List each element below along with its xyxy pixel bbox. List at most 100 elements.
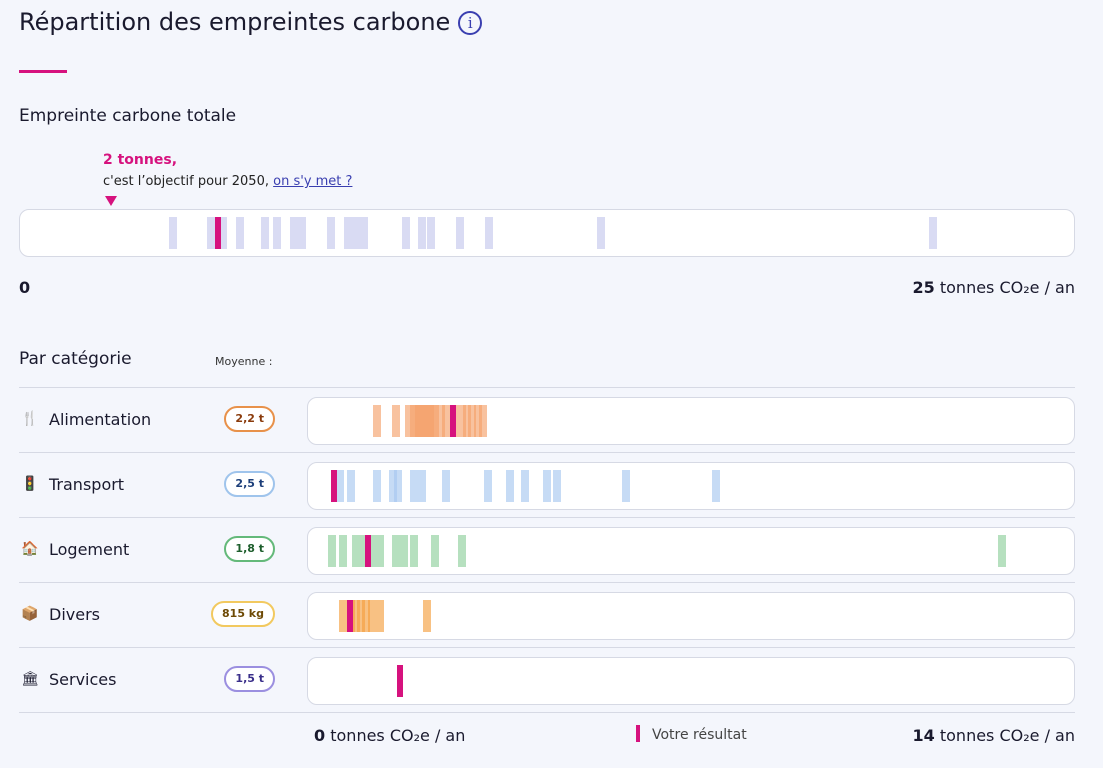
population-stripe [373,405,381,437]
population-stripe [338,600,347,632]
your-result-marker [365,535,372,567]
category-row-services: 🏛 Services 1,5 t [19,647,1075,712]
average-badge: 815 kg [211,601,275,627]
average-badge: 1,8 t [224,536,275,562]
population-stripe [431,535,440,567]
total-scale-min: 0 [19,278,31,297]
bank-icon: 🏛 [21,671,39,687]
population-stripe [169,217,178,249]
population-stripe [418,470,427,502]
population-stripe [235,217,244,249]
population-stripe [418,217,427,249]
population-stripe [394,470,403,502]
population-stripe [338,535,347,567]
population-stripe [343,217,352,249]
population-stripe [484,217,493,249]
total-scale-max: 25 tonnes CO₂e / an [913,278,1076,297]
total-section-title: Empreinte carbone totale [19,106,237,126]
category-bar [307,397,1075,445]
population-stripe [391,405,400,437]
goal-link[interactable]: on s'y met ? [273,174,352,189]
your-result-marker [330,470,337,502]
category-axis-min-value: 0 [314,726,326,745]
population-stripe [327,535,336,567]
population-stripe [206,217,215,249]
population-stripe [401,217,410,249]
population-stripe [346,470,355,502]
legend-result-swatch [636,725,640,742]
accent-divider [19,70,67,73]
population-stripe [542,470,551,502]
population-stripe [455,217,464,249]
total-footprint-bar [19,209,1075,257]
category-row-alimentation: 🍴 Alimentation 2,2 t [19,387,1075,452]
population-stripe [622,470,631,502]
category-axis-min-unit: tonnes CO₂e / an [330,726,466,745]
population-stripe [484,470,493,502]
traffic-light-icon: 🚦 [21,476,39,492]
your-result-marker [214,217,221,249]
your-result-marker [396,665,403,697]
population-stripe [367,600,376,632]
your-result-marker [449,405,456,437]
population-stripe [335,470,344,502]
category-row-logement: 🏠 Logement 1,8 t [19,517,1075,582]
population-stripe [326,217,335,249]
population-stripe [596,217,605,249]
category-bar [307,527,1075,575]
goal-marker-triangle [105,196,117,206]
population-stripe [399,535,408,567]
goal-description: c'est l’objectif pour 2050, [103,174,269,189]
fork-knife-icon: 🍴 [21,411,39,427]
legend-label: Votre résultat [652,727,747,743]
population-stripe [272,217,281,249]
population-stripe [289,217,298,249]
goal-value: 2 tonnes, [103,152,178,168]
population-stripe [553,470,562,502]
population-stripe [423,600,432,632]
population-stripe [391,535,400,567]
category-row-transport: 🚦 Transport 2,5 t [19,452,1075,517]
population-stripe [712,470,721,502]
goal-annotation: 2 tonnes, c'est l’objectif pour 2050, on… [103,152,352,189]
total-scale-max-value: 25 [912,278,935,297]
population-stripe [375,600,384,632]
category-row-divers: 📦 Divers 815 kg [19,582,1075,647]
population-stripe [297,217,306,249]
category-label: Transport [49,475,125,494]
population-stripe [479,405,487,437]
category-axis-max: 14 tonnes CO₂e / an [913,726,1076,745]
house-icon: 🏠 [21,541,39,557]
bottom-divider [19,712,1075,713]
population-stripe [998,535,1007,567]
category-axis-max-unit: tonnes CO₂e / an [939,726,1075,745]
category-axis-min: 0 tonnes CO₂e / an [314,726,465,745]
average-badge: 2,5 t [224,471,275,497]
category-label: Divers [49,605,100,624]
total-scale-max-unit: tonnes CO₂e / an [939,278,1075,297]
your-result-marker [346,600,353,632]
population-stripe [373,470,381,502]
category-label: Alimentation [49,410,152,429]
population-stripe [457,535,466,567]
category-label: Logement [49,540,130,559]
population-stripe [441,405,450,437]
info-icon[interactable]: i [458,11,483,35]
category-axis-max-value: 14 [912,726,935,745]
page-title-text: Répartition des empreintes carbone [19,8,451,36]
population-stripe [441,470,450,502]
population-stripe [360,217,369,249]
category-bar [307,462,1075,510]
package-icon: 📦 [21,606,39,622]
population-stripe [928,217,937,249]
average-header: Moyenne : [215,355,273,368]
population-stripe [260,217,269,249]
category-bar [307,657,1075,705]
population-stripe [505,470,514,502]
population-stripe [375,535,384,567]
average-badge: 2,2 t [224,406,275,432]
population-stripe [410,535,419,567]
category-section-title: Par catégorie [19,349,132,369]
category-label: Services [49,670,117,689]
category-bar [307,592,1075,640]
